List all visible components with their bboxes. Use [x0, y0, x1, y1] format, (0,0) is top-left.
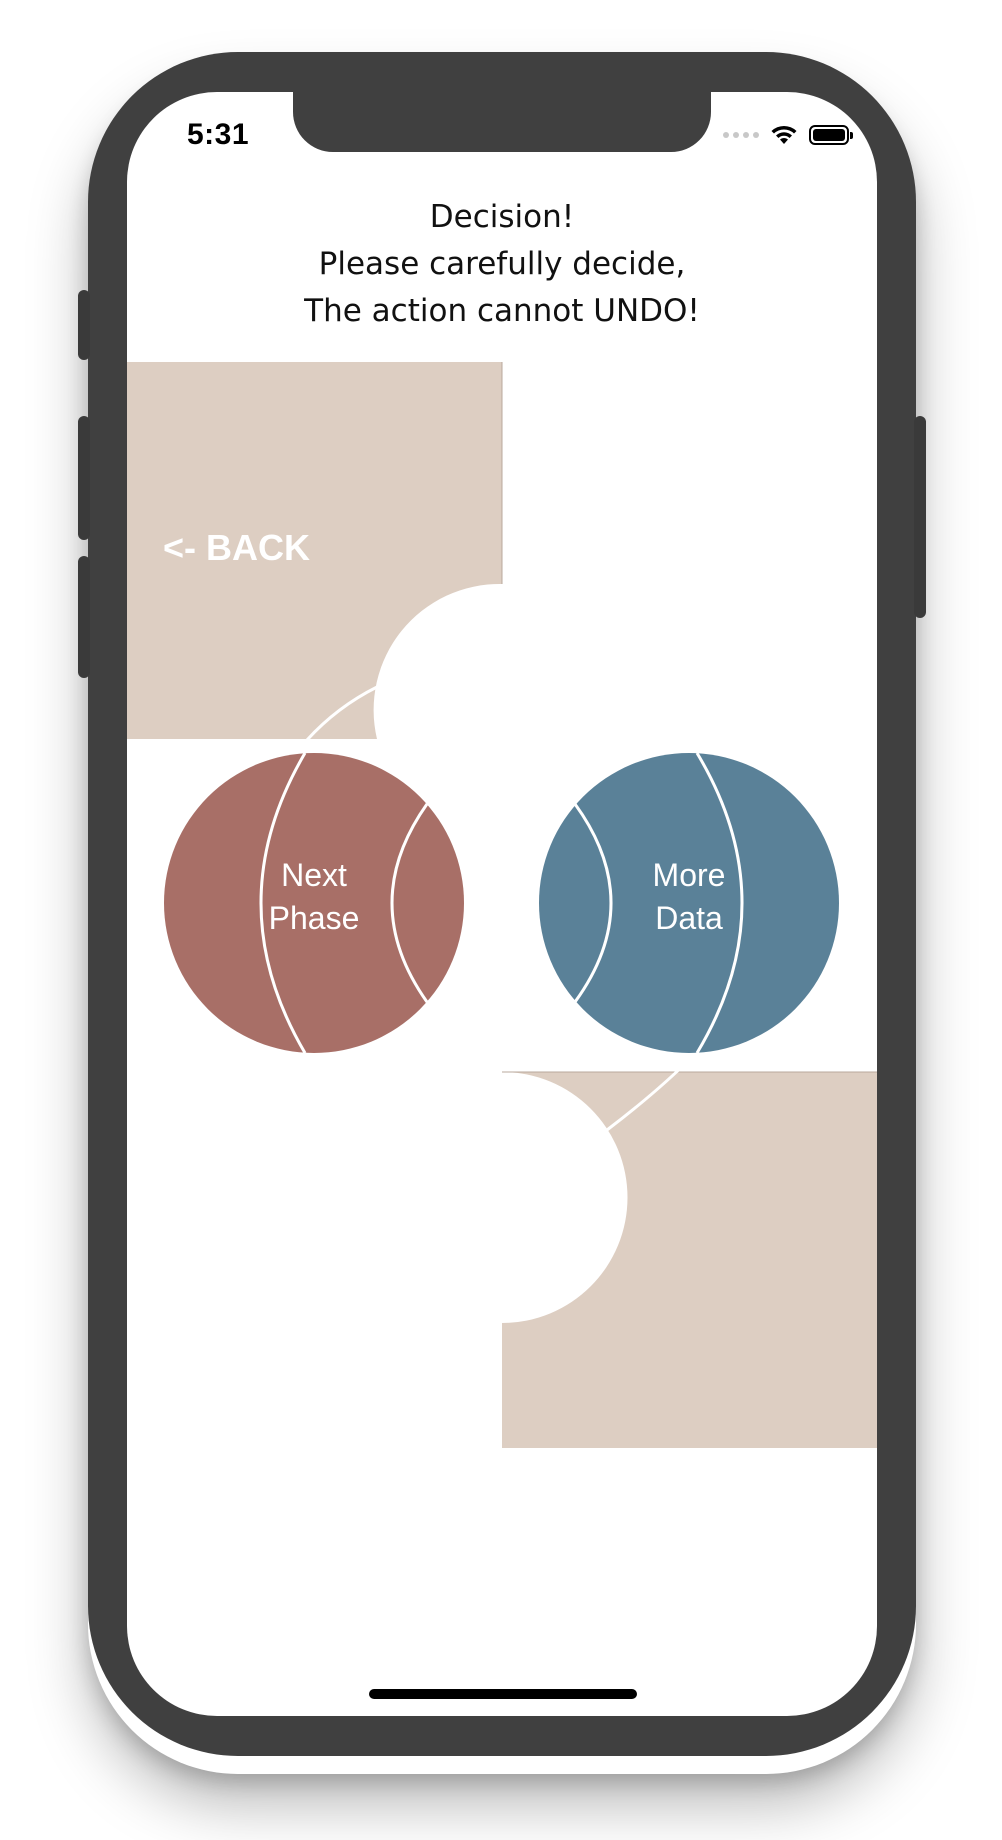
- home-indicator[interactable]: [369, 1689, 637, 1699]
- decision-artwork: Next Phase More Data <- BACK: [127, 362, 877, 1448]
- power-button: [914, 416, 926, 618]
- header-line-2: Please carefully decide,: [318, 246, 686, 282]
- more-data-label-line2: Data: [655, 900, 723, 936]
- header-line-3: The action cannot UNDO!: [304, 293, 700, 329]
- wifi-icon: [771, 125, 797, 144]
- status-time: 5:31: [187, 118, 250, 151]
- next-phase-label-line2: Phase: [269, 900, 360, 936]
- notch: [293, 92, 711, 152]
- phone-screen: Next Phase More Data <- BACK 5:31 Decisi…: [127, 92, 877, 1716]
- more-data-panel: [502, 1072, 877, 1448]
- cellular-signal-icon: [723, 132, 759, 138]
- decision-header: Decision! Please carefully decide, The a…: [127, 194, 877, 335]
- volume-up-button: [78, 416, 90, 540]
- next-phase-button[interactable]: Next Phase: [164, 752, 464, 1054]
- status-indicators: [723, 124, 853, 146]
- more-data-label-line1: More: [653, 857, 726, 893]
- more-data-button[interactable]: More Data: [539, 752, 839, 1054]
- silent-switch: [78, 290, 90, 360]
- volume-down-button: [78, 556, 90, 678]
- back-button[interactable]: <- BACK: [163, 527, 310, 568]
- header-line-1: Decision!: [429, 199, 575, 235]
- next-phase-label-line1: Next: [281, 857, 347, 893]
- battery-icon: [809, 125, 853, 145]
